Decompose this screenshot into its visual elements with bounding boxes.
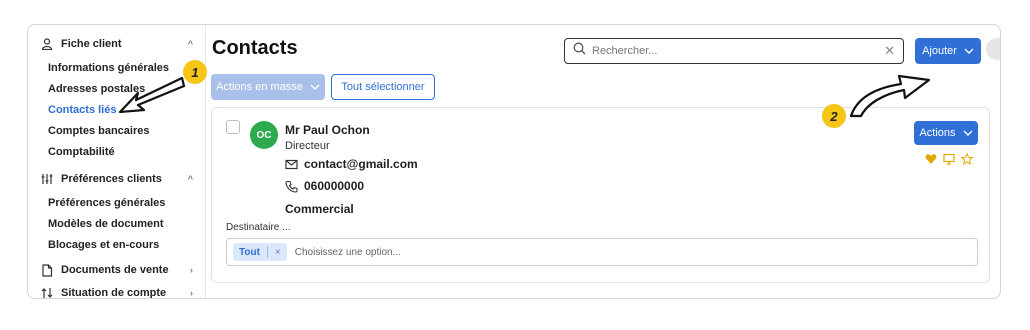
sidebar-item-modeles-de-document[interactable]: Modèles de document bbox=[48, 218, 164, 230]
sidebar-item-contacts-lies[interactable]: Contacts liés bbox=[48, 104, 116, 116]
heart-icon[interactable] bbox=[925, 153, 937, 165]
sidebar-item-comptes-bancaires[interactable]: Comptes bancaires bbox=[48, 125, 149, 137]
contact-actions-button[interactable]: Actions bbox=[914, 121, 978, 145]
sidebar-group-label: Préférences clients bbox=[61, 173, 162, 185]
page-title: Contacts bbox=[212, 37, 298, 59]
search-box[interactable]: ✕ bbox=[564, 38, 904, 64]
monitor-icon[interactable] bbox=[943, 153, 955, 165]
contact-department: Commercial bbox=[285, 202, 354, 216]
search-input[interactable] bbox=[592, 45, 885, 57]
tag-separator bbox=[266, 246, 268, 258]
user-icon bbox=[40, 37, 54, 51]
annotation-badge-1: 1 bbox=[183, 60, 207, 84]
contact-email-row: contact@gmail.com bbox=[285, 157, 418, 171]
clear-icon[interactable]: ✕ bbox=[884, 43, 895, 59]
sidebar-item-comptabilite[interactable]: Comptabilité bbox=[48, 146, 115, 158]
mass-actions-label: Actions en masse bbox=[216, 81, 303, 93]
annotation-badge-2: 2 bbox=[822, 104, 846, 128]
chevron-down-icon bbox=[964, 48, 974, 54]
contact-card: OC Mr Paul Ochon Directeur contact@gmail… bbox=[211, 107, 990, 283]
sidebar-group-documents-de-vente[interactable]: Documents de vente › bbox=[40, 260, 193, 280]
contact-phone-row: 060000000 bbox=[285, 179, 364, 193]
contact-phone[interactable]: 060000000 bbox=[304, 179, 364, 193]
sidebar: Fiche client ^ Informations générales Ad… bbox=[28, 25, 206, 298]
sidebar-group-label: Fiche client bbox=[61, 38, 122, 50]
chevron-right-icon: › bbox=[190, 288, 193, 298]
phone-icon bbox=[285, 180, 298, 193]
sliders-icon bbox=[40, 172, 54, 186]
sidebar-item-blocages-et-en-cours[interactable]: Blocages et en-cours bbox=[48, 239, 159, 251]
contact-email[interactable]: contact@gmail.com bbox=[304, 157, 418, 171]
sidebar-group-label: Documents de vente bbox=[61, 264, 169, 276]
sort-icon bbox=[40, 286, 54, 298]
remove-tag-icon[interactable]: × bbox=[275, 247, 281, 258]
chevron-right-icon: › bbox=[190, 265, 193, 275]
contact-avatar: OC bbox=[250, 121, 278, 149]
mass-actions-button[interactable]: Actions en masse bbox=[211, 74, 325, 100]
annotation-arrow-1 bbox=[118, 76, 186, 114]
sidebar-group-situation-de-compte[interactable]: Situation de compte › bbox=[40, 283, 193, 299]
contact-checkbox[interactable] bbox=[226, 120, 240, 134]
annotation-arrow-2 bbox=[849, 74, 931, 118]
select-all-button[interactable]: Tout sélectionner bbox=[331, 74, 435, 100]
chevron-down-icon bbox=[310, 84, 320, 90]
recipient-tag: Tout × bbox=[233, 243, 287, 261]
mail-icon bbox=[285, 159, 298, 169]
contact-actions-label: Actions bbox=[919, 127, 956, 139]
chevron-down-icon bbox=[963, 130, 973, 136]
add-button-label: Ajouter bbox=[922, 45, 957, 57]
recipient-select[interactable]: Tout × Choisissez une option... bbox=[226, 238, 978, 266]
chevron-up-icon: ^ bbox=[187, 39, 193, 49]
recipient-placeholder: Choisissez une option... bbox=[294, 246, 401, 258]
contact-role: Directeur bbox=[285, 140, 330, 152]
star-icon[interactable] bbox=[961, 153, 973, 165]
add-button[interactable]: Ajouter bbox=[915, 38, 981, 64]
contact-name: Mr Paul Ochon bbox=[285, 123, 370, 137]
sidebar-item-preferences-generales[interactable]: Préférences générales bbox=[48, 197, 165, 209]
user-avatar[interactable] bbox=[986, 38, 1000, 60]
recipient-tag-label: Tout bbox=[239, 246, 260, 258]
sidebar-group-preferences-clients[interactable]: Préférences clients ^ bbox=[40, 169, 193, 189]
sidebar-group-fiche-client[interactable]: Fiche client ^ bbox=[40, 34, 193, 54]
chevron-up-icon: ^ bbox=[187, 174, 193, 184]
sidebar-group-label: Situation de compte bbox=[61, 287, 167, 299]
search-icon bbox=[573, 42, 586, 60]
document-icon bbox=[40, 263, 54, 277]
recipient-label: Destinataire ... bbox=[226, 222, 291, 233]
contact-quick-icons bbox=[925, 153, 973, 165]
